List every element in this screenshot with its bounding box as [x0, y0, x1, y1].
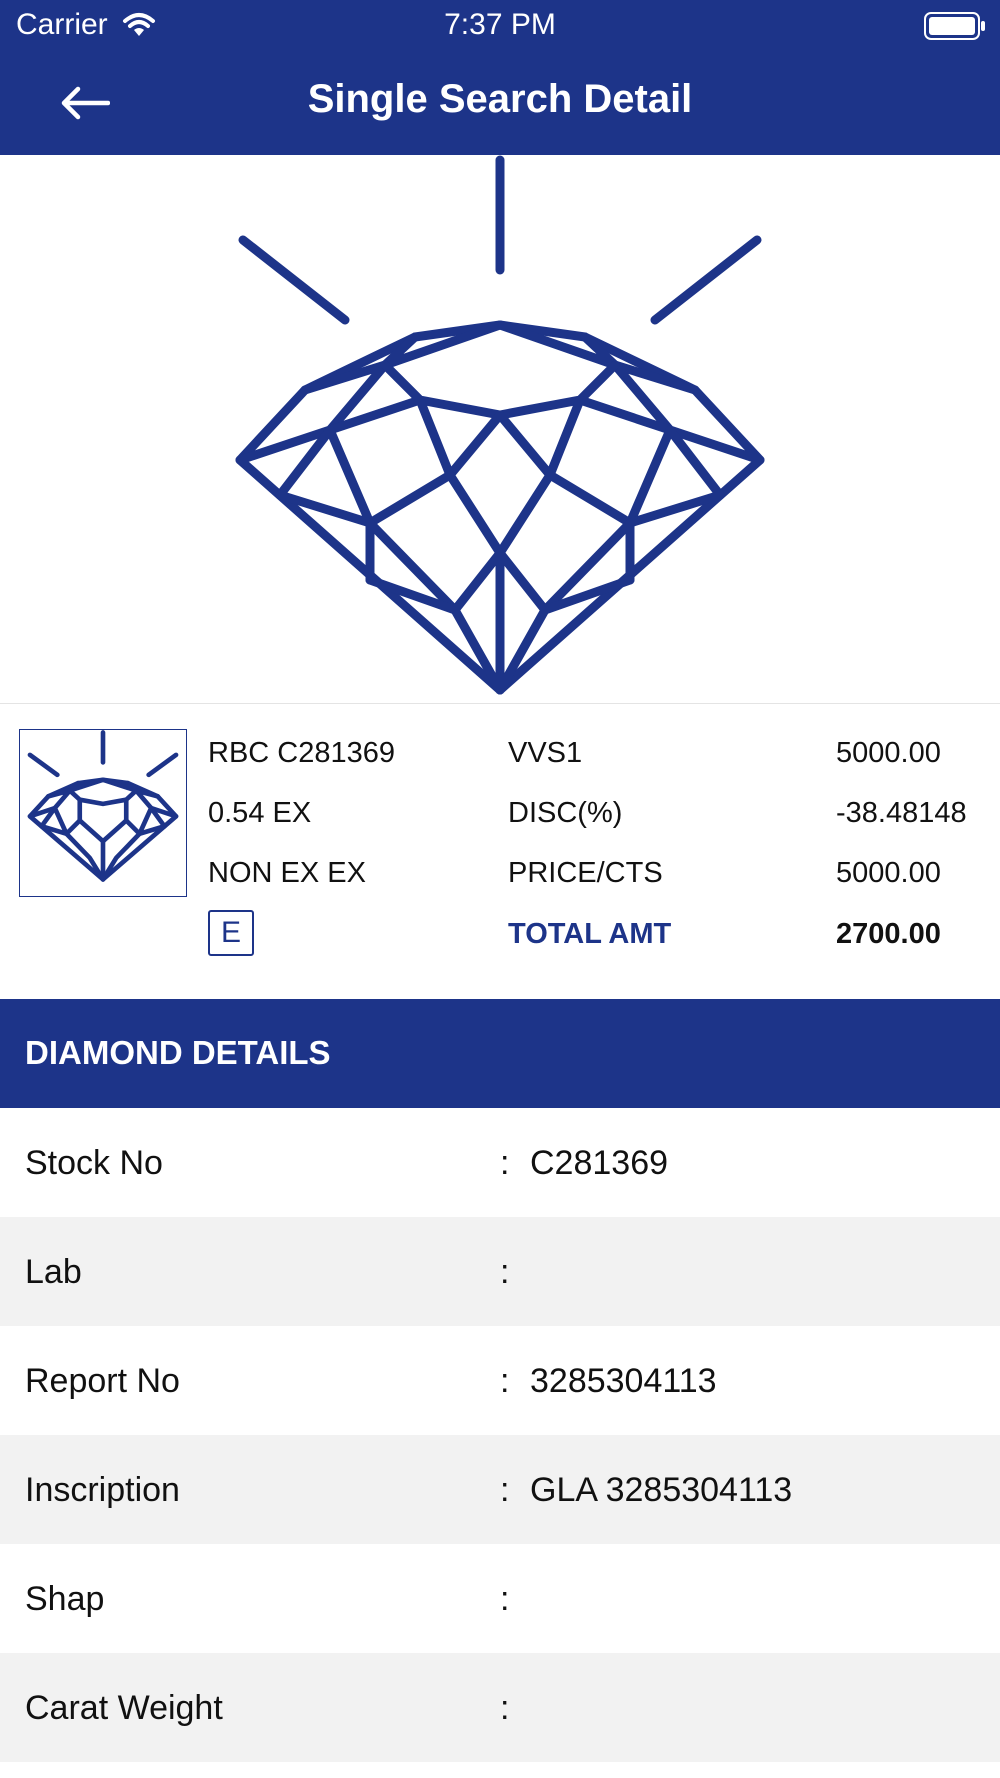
detail-value: C281369: [530, 1144, 669, 1182]
battery-icon: [924, 12, 986, 45]
status-bar: Carrier 7:37 PM: [0, 0, 1000, 50]
detail-label: Stock No: [25, 1144, 163, 1182]
app-header: Carrier 7:37 PM Single Search Detail: [0, 0, 1000, 155]
detail-value: 3285304113: [530, 1362, 717, 1400]
diamond-thumbnail[interactable]: [19, 729, 187, 897]
grade-summary: NON EX EX: [208, 857, 366, 889]
detail-label: Shap: [25, 1580, 105, 1618]
discount-value: -38.48148: [836, 797, 967, 829]
total-amount-value: 2700.00: [836, 918, 941, 950]
diamond-details-header: DIAMOND DETAILS: [0, 999, 1000, 1108]
detail-row-carat-weight: Carat Weight :: [0, 1653, 1000, 1762]
details-list: Stock No : C281369 Lab : Report No : 328…: [0, 1108, 1000, 1762]
price-per-carat-label: PRICE/CTS: [508, 857, 663, 889]
detail-label: Carat Weight: [25, 1689, 223, 1727]
diamond-summary: RBC C281369 0.54 EX NON EX EX E VVS1 DIS…: [0, 704, 1000, 999]
detail-colon: :: [500, 1362, 510, 1400]
detail-row-lab: Lab :: [0, 1217, 1000, 1326]
detail-row-inscription: Inscription : GLA 3285304113: [0, 1435, 1000, 1544]
detail-row-report-no: Report No : 3285304113: [0, 1326, 1000, 1435]
detail-row-stock-no: Stock No : C281369: [0, 1108, 1000, 1217]
carat-cut-summary: 0.54 EX: [208, 797, 312, 829]
discount-label: DISC(%): [508, 797, 623, 829]
diamond-hero-image: [0, 155, 1000, 704]
detail-colon: :: [500, 1580, 510, 1618]
detail-row-shape: Shap :: [0, 1544, 1000, 1653]
detail-colon: :: [500, 1253, 510, 1291]
clock: 7:37 PM: [444, 8, 556, 41]
detail-colon: :: [500, 1144, 510, 1182]
detail-label: Lab: [25, 1253, 82, 1291]
detail-colon: :: [500, 1471, 510, 1509]
clarity-label: VVS1: [508, 737, 583, 769]
detail-label: Report No: [25, 1362, 180, 1400]
section-title: DIAMOND DETAILS: [25, 1034, 331, 1071]
diamond-icon: [235, 155, 765, 695]
price-per-carat-value: 5000.00: [836, 857, 941, 889]
stock-summary: RBC C281369: [208, 737, 395, 769]
detail-label: Inscription: [25, 1471, 180, 1509]
color-badge: E: [208, 910, 254, 956]
rap-price-value: 5000.00: [836, 737, 941, 769]
diamond-thumbnail-icon: [27, 730, 179, 882]
detail-value: GLA 3285304113: [530, 1471, 793, 1509]
page-title: Single Search Detail: [307, 77, 693, 121]
detail-colon: :: [500, 1689, 510, 1727]
total-amount-label: TOTAL AMT: [508, 918, 672, 950]
